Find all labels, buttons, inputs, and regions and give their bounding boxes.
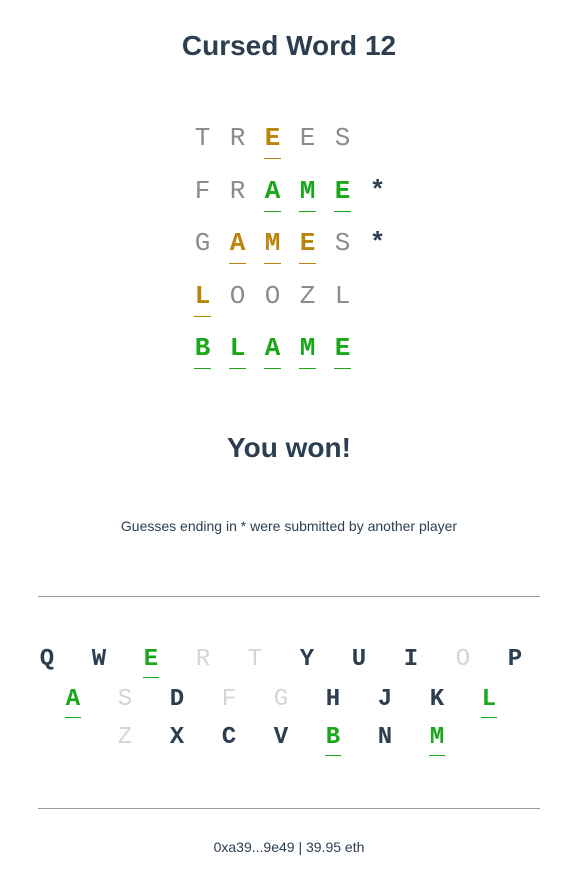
letter-tile: E: [290, 224, 325, 264]
letter-tile: F: [194, 175, 211, 206]
other-player-note: Guesses ending in * were submitted by an…: [120, 518, 458, 534]
guess-row: T R E E S: [185, 119, 395, 172]
letter-tile: A: [255, 329, 290, 369]
letter-tile: E: [255, 119, 290, 159]
other-player-marker: *: [369, 175, 386, 206]
key-z[interactable]: Z: [110, 721, 140, 755]
letter-tile: S: [334, 123, 351, 153]
key-s[interactable]: S: [110, 683, 140, 717]
key-q[interactable]: Q: [32, 643, 62, 677]
letter-tile: M: [290, 329, 325, 369]
other-player-marker: *: [369, 228, 386, 258]
key-w[interactable]: W: [84, 643, 114, 677]
key-f[interactable]: F: [214, 683, 244, 717]
guess-row: G A M E S *: [185, 224, 395, 277]
key-h[interactable]: H: [318, 683, 348, 717]
wallet-info: 0xa39...9e49 | 39.95 eth: [213, 839, 365, 855]
key-c[interactable]: C: [214, 721, 244, 755]
key-v[interactable]: V: [266, 721, 296, 755]
key-i[interactable]: I: [396, 643, 426, 677]
letter-tile: G: [194, 228, 211, 258]
key-e[interactable]: E: [136, 643, 166, 678]
key-g[interactable]: G: [266, 683, 296, 717]
letter-tile: O: [264, 280, 281, 311]
key-l[interactable]: L: [474, 683, 504, 718]
letter-tile: M: [255, 224, 290, 264]
key-p[interactable]: P: [500, 643, 530, 677]
key-u[interactable]: U: [344, 643, 374, 677]
letter-tile: T: [194, 123, 211, 153]
result-message: You won!: [227, 432, 351, 463]
key-o[interactable]: O: [448, 643, 478, 677]
letter-tile: L: [334, 280, 351, 311]
guess-board: T R E E S F R A M E * G A M E S * L O O …: [185, 119, 395, 382]
page-title: Cursed Word 12: [181, 30, 397, 61]
letter-tile: R: [229, 123, 246, 153]
letter-tile: A: [220, 224, 255, 264]
key-j[interactable]: J: [370, 683, 400, 717]
key-d[interactable]: D: [162, 683, 192, 717]
guess-row: B L A M E: [185, 329, 395, 382]
letter-tile: S: [334, 228, 351, 258]
key-n[interactable]: N: [370, 721, 400, 755]
guess-row: L O O Z L: [185, 277, 395, 330]
letter-tile: L: [220, 329, 255, 369]
letter-tile: R: [229, 175, 246, 206]
key-x[interactable]: X: [162, 721, 192, 755]
key-r[interactable]: R: [188, 643, 218, 677]
letter-tile: E: [325, 329, 360, 369]
key-m[interactable]: M: [422, 721, 452, 756]
guess-row: F R A M E *: [185, 172, 395, 225]
letter-tile: B: [185, 329, 220, 369]
key-k[interactable]: K: [422, 683, 452, 717]
key-a[interactable]: A: [58, 683, 88, 718]
letter-tile: Z: [299, 280, 316, 311]
key-b[interactable]: B: [318, 721, 348, 756]
key-t[interactable]: T: [240, 643, 270, 677]
letter-tile: L: [185, 277, 220, 317]
letter-tile: O: [229, 280, 246, 311]
letter-tile: E: [325, 172, 360, 212]
letter-tile: M: [290, 172, 325, 212]
divider: [38, 596, 540, 597]
letter-tile: A: [255, 172, 290, 212]
divider: [38, 808, 540, 809]
key-y[interactable]: Y: [292, 643, 322, 677]
letter-tile: E: [299, 123, 316, 153]
